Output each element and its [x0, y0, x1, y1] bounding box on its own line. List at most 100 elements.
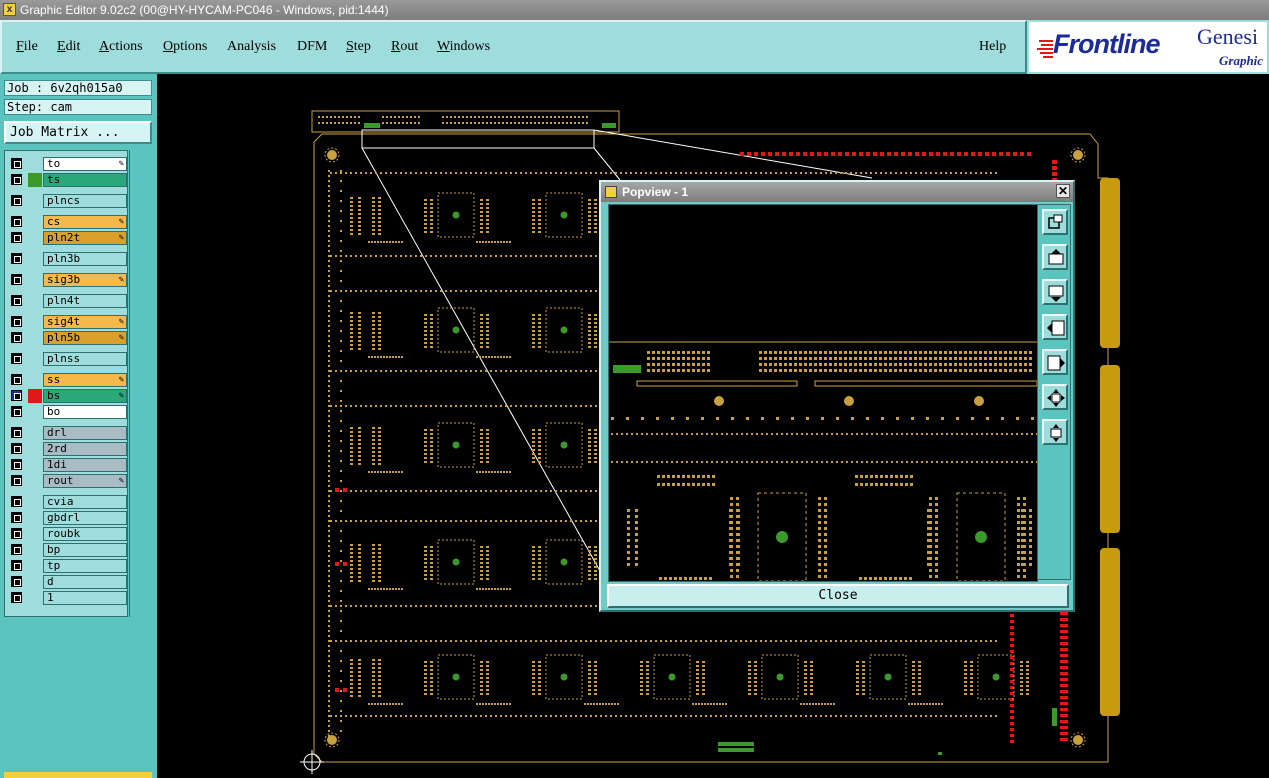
layer-name[interactable]: bs ✎: [43, 389, 127, 403]
layer-name[interactable]: tp: [43, 559, 127, 573]
layer-row-pln4t[interactable]: pln4t: [9, 294, 127, 308]
menu-help[interactable]: Help: [979, 39, 1006, 55]
layer-name[interactable]: d: [43, 575, 127, 589]
layer-color-swatch[interactable]: [28, 173, 42, 187]
pan-right-icon[interactable]: [1042, 349, 1068, 375]
layer-row-1[interactable]: 1: [9, 591, 127, 605]
layer-checkbox[interactable]: [11, 316, 22, 327]
layer-checkbox[interactable]: [11, 459, 22, 470]
layer-row-ss[interactable]: ss ✎: [9, 373, 127, 387]
layer-color-swatch[interactable]: [28, 373, 42, 387]
layer-color-swatch[interactable]: [28, 527, 42, 541]
layer-checkbox[interactable]: [11, 332, 22, 343]
layer-row-sig4t[interactable]: sig4t ✎: [9, 315, 127, 329]
layer-color-swatch[interactable]: [28, 252, 42, 266]
layer-name[interactable]: bo: [43, 405, 127, 419]
layer-name[interactable]: sig3b ✎: [43, 273, 127, 287]
layer-color-swatch[interactable]: [28, 405, 42, 419]
layer-row-bo[interactable]: bo: [9, 405, 127, 419]
zoomed-pcb-view[interactable]: [609, 205, 1037, 581]
layer-color-swatch[interactable]: [28, 575, 42, 589]
layer-name[interactable]: to ✎: [43, 157, 127, 171]
layer-row-roubk[interactable]: roubk: [9, 527, 127, 541]
layer-checkbox[interactable]: [11, 195, 22, 206]
layer-color-swatch[interactable]: [28, 273, 42, 287]
layer-name[interactable]: pln4t: [43, 294, 127, 308]
layer-checkbox[interactable]: [11, 274, 22, 285]
layer-name[interactable]: sig4t ✎: [43, 315, 127, 329]
layer-name[interactable]: pln2t ✎: [43, 231, 127, 245]
layer-checkbox[interactable]: [11, 390, 22, 401]
layer-row-cvia[interactable]: cvia: [9, 495, 127, 509]
layer-checkbox[interactable]: [11, 544, 22, 555]
layer-row-sig3b[interactable]: sig3b ✎: [9, 273, 127, 287]
layer-checkbox[interactable]: [11, 528, 22, 539]
menu-analysis[interactable]: Analysis: [227, 39, 276, 55]
layer-name[interactable]: 1: [43, 591, 127, 605]
layer-color-swatch[interactable]: [28, 511, 42, 525]
layer-color-swatch[interactable]: [28, 215, 42, 229]
layer-row-cs[interactable]: cs ✎: [9, 215, 127, 229]
layer-row-bp[interactable]: bp: [9, 543, 127, 557]
job-matrix-button[interactable]: Job Matrix ...: [4, 121, 152, 144]
layer-color-swatch[interactable]: [28, 458, 42, 472]
layer-row-d[interactable]: d: [9, 575, 127, 589]
layer-row-plnss[interactable]: plnss: [9, 352, 127, 366]
layer-checkbox[interactable]: [11, 576, 22, 587]
layer-color-swatch[interactable]: [28, 194, 42, 208]
popview-titlebar[interactable]: Popview - 1 ✕: [601, 182, 1073, 202]
close-button[interactable]: Close: [607, 584, 1069, 608]
layer-checkbox[interactable]: [11, 406, 22, 417]
layer-name[interactable]: 1di: [43, 458, 127, 472]
layer-name[interactable]: roubk: [43, 527, 127, 541]
layer-list-scroll-area[interactable]: [129, 150, 153, 617]
layer-checkbox[interactable]: [11, 475, 22, 486]
layer-color-swatch[interactable]: [28, 495, 42, 509]
menu-windows[interactable]: Windows: [437, 39, 490, 55]
pan-left-icon[interactable]: [1042, 314, 1068, 340]
layer-checkbox[interactable]: [11, 295, 22, 306]
layer-row-pln3b[interactable]: pln3b: [9, 252, 127, 266]
layer-name[interactable]: gbdrl: [43, 511, 127, 525]
layer-checkbox[interactable]: [11, 216, 22, 227]
popview-zoomed-view[interactable]: [608, 204, 1038, 582]
layer-color-swatch[interactable]: [28, 352, 42, 366]
layer-name[interactable]: cs ✎: [43, 215, 127, 229]
layer-checkbox[interactable]: [11, 158, 22, 169]
menu-dfm[interactable]: DFM: [297, 39, 327, 55]
layer-checkbox[interactable]: [11, 560, 22, 571]
layer-checkbox[interactable]: [11, 353, 22, 364]
menu-rout[interactable]: Rout: [391, 39, 418, 55]
layer-row-pln5b[interactable]: pln5b ✎: [9, 331, 127, 345]
layer-color-swatch[interactable]: [28, 294, 42, 308]
layer-color-swatch[interactable]: [28, 157, 42, 171]
layer-color-swatch[interactable]: [28, 559, 42, 573]
layer-color-swatch[interactable]: [28, 331, 42, 345]
layer-checkbox[interactable]: [11, 427, 22, 438]
layer-name[interactable]: drl: [43, 426, 127, 440]
layer-name[interactable]: plncs: [43, 194, 127, 208]
layer-name[interactable]: ss ✎: [43, 373, 127, 387]
layer-row-gbdrl[interactable]: gbdrl: [9, 511, 127, 525]
app-icon[interactable]: x: [3, 3, 16, 16]
layer-color-swatch[interactable]: [28, 315, 42, 329]
layer-row-rout[interactable]: rout ✎: [9, 474, 127, 488]
layer-color-swatch[interactable]: [28, 591, 42, 605]
layer-checkbox[interactable]: [11, 253, 22, 264]
layer-row-1di[interactable]: 1di: [9, 458, 127, 472]
layer-row-to[interactable]: to ✎: [9, 157, 127, 171]
layer-color-swatch[interactable]: [28, 543, 42, 557]
layer-color-swatch[interactable]: [28, 426, 42, 440]
layer-row-drl[interactable]: drl: [9, 426, 127, 440]
pan-down-icon[interactable]: [1042, 279, 1068, 305]
layer-row-bs[interactable]: bs ✎: [9, 389, 127, 403]
layer-name[interactable]: pln3b: [43, 252, 127, 266]
layer-row-plncs[interactable]: plncs: [9, 194, 127, 208]
menu-edit[interactable]: Edit: [57, 39, 80, 55]
menu-options[interactable]: Options: [163, 39, 207, 55]
layer-name[interactable]: cvia: [43, 495, 127, 509]
menu-file[interactable]: File: [16, 39, 38, 55]
menu-actions[interactable]: Actions: [99, 39, 143, 55]
layer-checkbox[interactable]: [11, 232, 22, 243]
layer-checkbox[interactable]: [11, 174, 22, 185]
